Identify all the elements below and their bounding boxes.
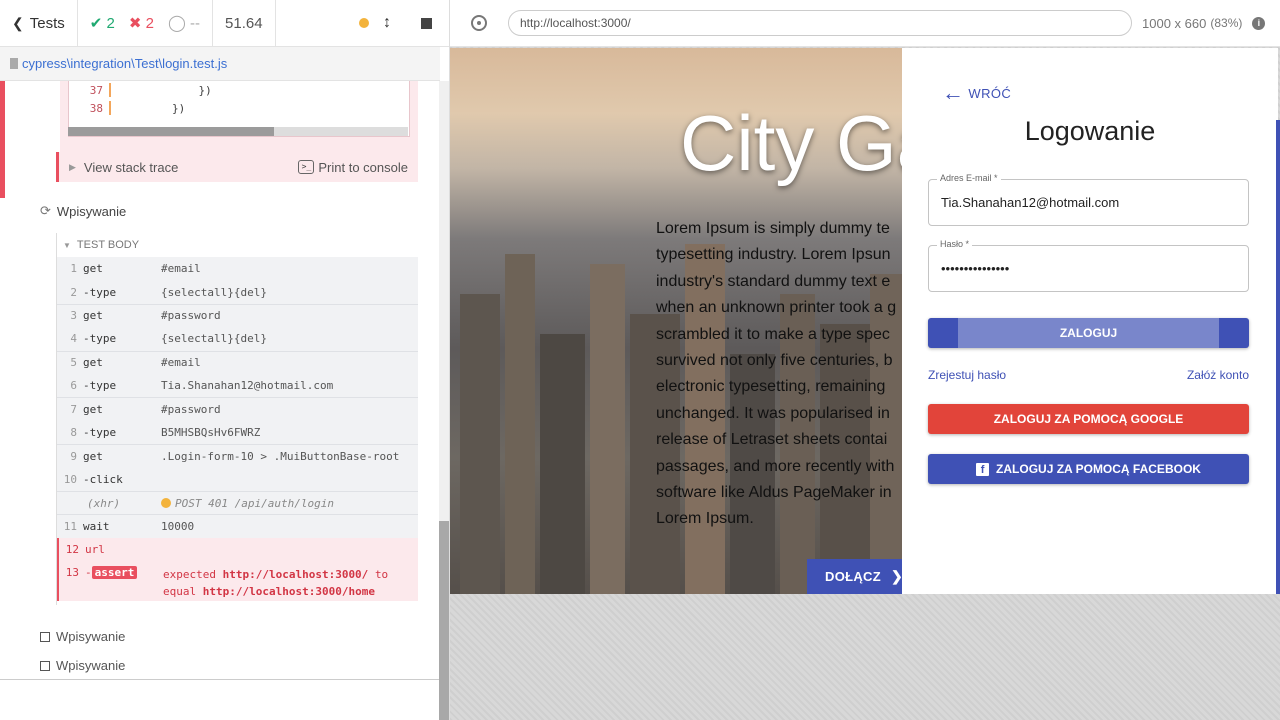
selector-playground-icon[interactable] — [471, 15, 487, 31]
info-icon[interactable]: i — [1252, 16, 1266, 30]
hero-description: Lorem Ipsum is simply dummy te typesetti… — [656, 220, 897, 528]
command-row-error[interactable]: 12 url — [57, 537, 418, 562]
triangle-right-icon: ▶ — [69, 161, 76, 172]
aut-header: http://localhost:3000/ 1000 x 660 (83%) … — [450, 0, 1280, 47]
facebook-icon: f — [976, 462, 990, 476]
command-row[interactable]: 7 get #password — [57, 397, 418, 421]
reporter-panel: ❮ Tests ✔ 2 ✖ 2 ◯ -- 51.64 ↕ cypress\int… — [0, 0, 450, 720]
running-test-title[interactable]: ⟳ Wpisywanie — [40, 203, 126, 219]
test-body: ▼ TEST BODY 1 get #email 2 -type {selectall}… — [56, 233, 418, 605]
tests-button[interactable]: ❮ Tests — [0, 0, 78, 47]
viewport-info: 1000 x 660 (83%) i — [1142, 15, 1266, 31]
running-dot-icon — [359, 18, 369, 28]
command-row[interactable]: 9 get .Login-form-10 > .MuiButtonBase-root — [57, 444, 418, 468]
pending-test[interactable]: Wpisywanie — [40, 658, 125, 673]
spec-path[interactable]: cypress\integration\Test\login.test.js — [22, 56, 227, 71]
url-bar[interactable]: http://localhost:3000/ — [508, 10, 1132, 36]
chevron-left-icon: ❮ — [12, 14, 24, 31]
print-to-console-button[interactable]: >_ Print to console — [298, 160, 408, 175]
divider — [0, 679, 440, 680]
xhr-row[interactable]: (xhr) POST 401 /api/auth/login — [57, 490, 418, 515]
controls: ↕ — [276, 0, 449, 47]
terminal-icon: >_ — [298, 160, 315, 174]
command-row[interactable]: 3 get #password — [57, 303, 418, 328]
test-body-header[interactable]: ▼ TEST BODY — [57, 233, 418, 257]
duration: 51.64 — [213, 0, 276, 47]
checkbox-icon — [40, 660, 50, 671]
triangle-down-icon: ▼ — [63, 240, 71, 250]
check-icon: ✔ — [89, 15, 103, 32]
pending-dot-icon — [161, 498, 171, 509]
aut-panel: http://localhost:3000/ 1000 x 660 (83%) … — [450, 0, 1280, 720]
command-log: 1 get #email 2 -type {selectall}{del} 3 get #p… — [57, 257, 418, 602]
command-row[interactable]: 5 get #email — [57, 350, 418, 374]
google-login-button[interactable]: ZALOGUJ ZA POMOCĄ GOOGLE — [928, 404, 1249, 434]
email-label: Adres E-mail * — [937, 173, 1001, 183]
x-icon: ✖ — [128, 15, 142, 32]
command-row[interactable]: 4 -type {selectall}{del} — [57, 327, 418, 351]
login-button[interactable]: ZALOGUJ — [928, 318, 1249, 348]
panel-edge — [1276, 120, 1280, 594]
stop-icon[interactable] — [421, 17, 432, 29]
facebook-login-button[interactable]: f ZALOGUJ ZA POMOCĄ FACEBOOK — [928, 454, 1249, 484]
checkbox-icon — [40, 631, 50, 642]
runnables-list: 37 }) 38 }) ▶ View stack trace >_ Print … — [0, 81, 440, 681]
passed-count[interactable]: ✔ 2 — [90, 14, 115, 32]
refresh-icon: ⟳ — [40, 203, 51, 218]
command-row[interactable]: 11 wait 10000 — [57, 514, 418, 538]
tests-label: Tests — [29, 14, 65, 32]
login-panel: ← WRÓĆ Logowanie Adres E-mail * Tia.Shan… — [902, 48, 1278, 594]
command-row[interactable]: 10 -click — [57, 467, 418, 491]
code-line: 38 }) — [89, 101, 186, 115]
stack-trace-row: ▶ View stack trace >_ Print to console — [56, 152, 418, 182]
email-field[interactable]: Adres E-mail * Tia.Shanahan12@hotmail.co… — [928, 173, 1249, 226]
viewport-size: 1000 x 660 — [1142, 15, 1207, 31]
password-label: Hasło * — [937, 239, 973, 249]
command-row[interactable]: 8 -type B5MHSBQsHv6FWRZ — [57, 420, 418, 445]
viewport-zoom: (83%) — [1210, 16, 1243, 30]
view-stack-trace[interactable]: View stack trace — [84, 160, 178, 175]
register-link[interactable]: Zrejestuj hasło — [928, 368, 1006, 382]
reporter-scrollbar[interactable] — [439, 81, 449, 720]
file-icon — [10, 58, 18, 69]
email-value: Tia.Shanahan12@hotmail.com — [941, 195, 1120, 210]
command-row[interactable]: 1 get #email — [57, 257, 418, 281]
password-value: ••••••••••••••• — [941, 261, 1010, 276]
arrow-left-icon: ← — [942, 80, 965, 105]
assert-badge: assert — [91, 566, 138, 580]
back-link[interactable]: ← WRÓĆ — [942, 80, 1011, 105]
assert-row-error[interactable]: 13 - assert expected http://localhost:300… — [57, 561, 418, 602]
auto-scroll-icon[interactable]: ↕ — [383, 14, 391, 32]
create-account-link[interactable]: Załóż konto — [1187, 368, 1249, 382]
circle-icon: ◯ — [167, 15, 186, 32]
password-field[interactable]: Hasło * ••••••••••••••• — [928, 239, 1249, 292]
spec-file-bar: cypress\integration\Test\login.test.js — [0, 47, 440, 81]
failed-test-stripe — [0, 81, 5, 198]
join-button[interactable]: DOŁĄCZ ❯ — [807, 559, 903, 594]
pending-count[interactable]: ◯ -- — [168, 13, 200, 33]
command-row[interactable]: 6 -type Tia.Shanahan12@hotmail.com — [57, 373, 418, 398]
failed-count[interactable]: ✖ 2 — [129, 14, 154, 32]
city-background: City Ga Lorem Ipsum is simply dummy te t… — [450, 48, 940, 594]
stats: ✔ 2 ✖ 2 ◯ -- — [78, 0, 214, 47]
code-line: 37 }) — [89, 83, 212, 97]
login-title: Logowanie — [1024, 116, 1156, 146]
reporter-header: ❮ Tests ✔ 2 ✖ 2 ◯ -- 51.64 ↕ — [0, 0, 449, 47]
code-frame-scrollbar[interactable] — [68, 127, 408, 136]
app-iframe: City Ga Lorem Ipsum is simply dummy te t… — [450, 48, 1280, 594]
command-row[interactable]: 2 -type {selectall}{del} — [57, 280, 418, 304]
pending-test[interactable]: Wpisywanie — [40, 629, 125, 644]
